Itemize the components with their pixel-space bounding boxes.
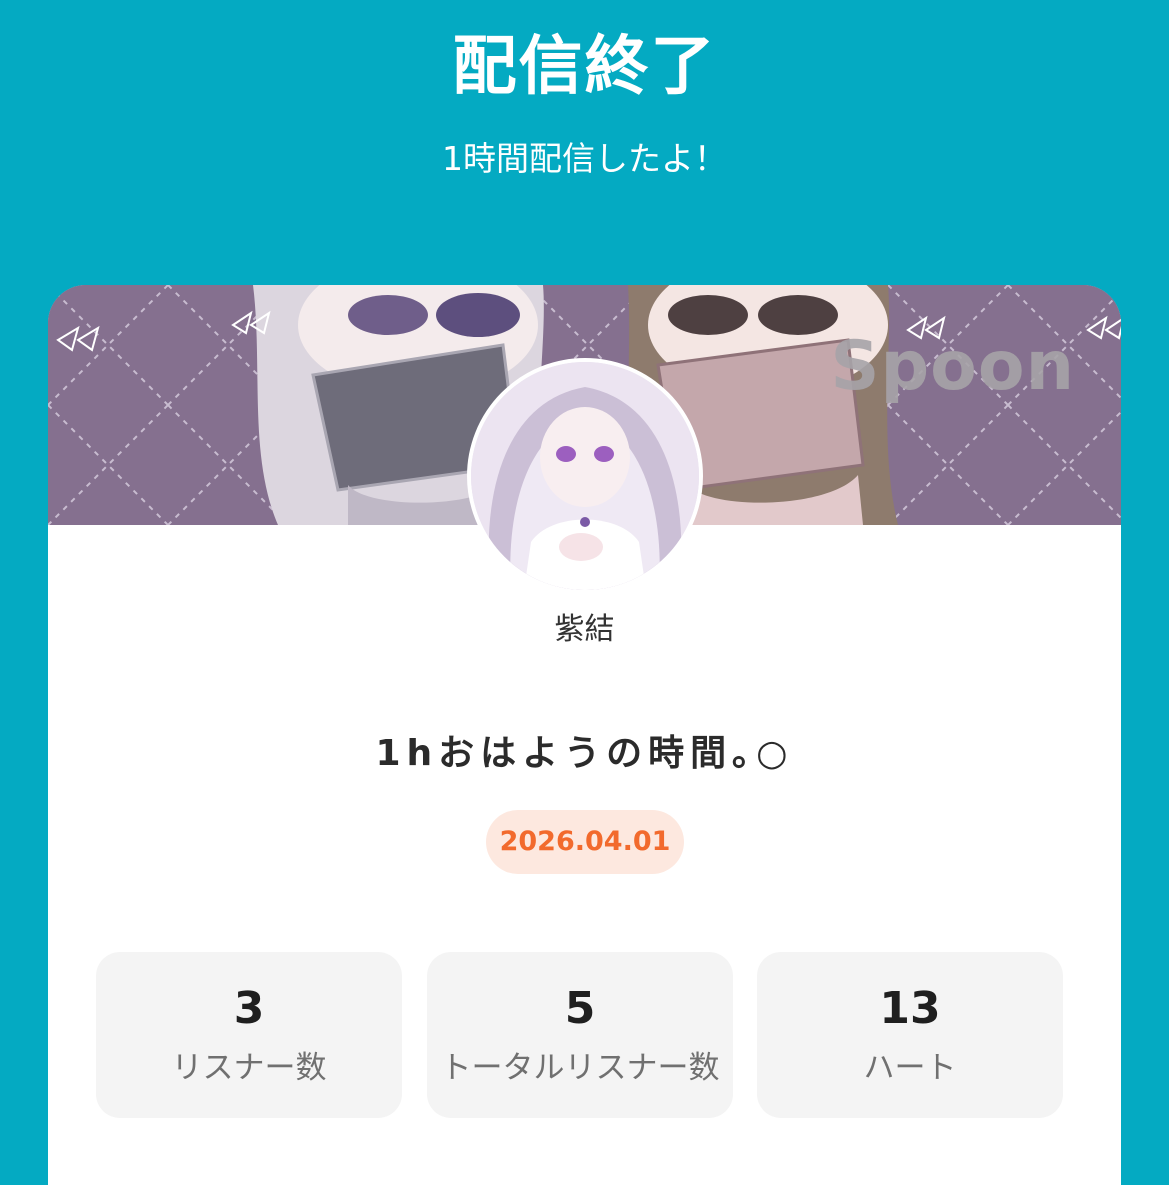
avatar-illustration [471,362,699,590]
stat-label: ハート [863,1050,957,1086]
stat-card-hearts: 13 ハート [757,952,1063,1118]
stat-value: 3 [233,983,265,1034]
stat-value: 13 [879,983,941,1034]
date-badge: 2026.04.01 [486,810,684,874]
stat-value: 5 [564,983,596,1034]
stat-label: リスナー数 [171,1050,327,1086]
stat-label: トータルリスナー数 [440,1050,720,1086]
spoon-watermark-logo: Spoon [830,327,1075,406]
page-title: 配信終了 [452,30,717,104]
host-name[interactable]: 紫結 [0,606,1169,654]
host-avatar[interactable] [467,358,703,594]
page-subtitle: 1時間配信したよ！ [442,139,727,178]
stat-card-listeners: 3 リスナー数 [96,952,402,1118]
broadcast-title: 1hおはようの時間｡○ [375,733,794,774]
stat-card-total-listeners: 5 トータルリスナー数 [427,952,733,1118]
